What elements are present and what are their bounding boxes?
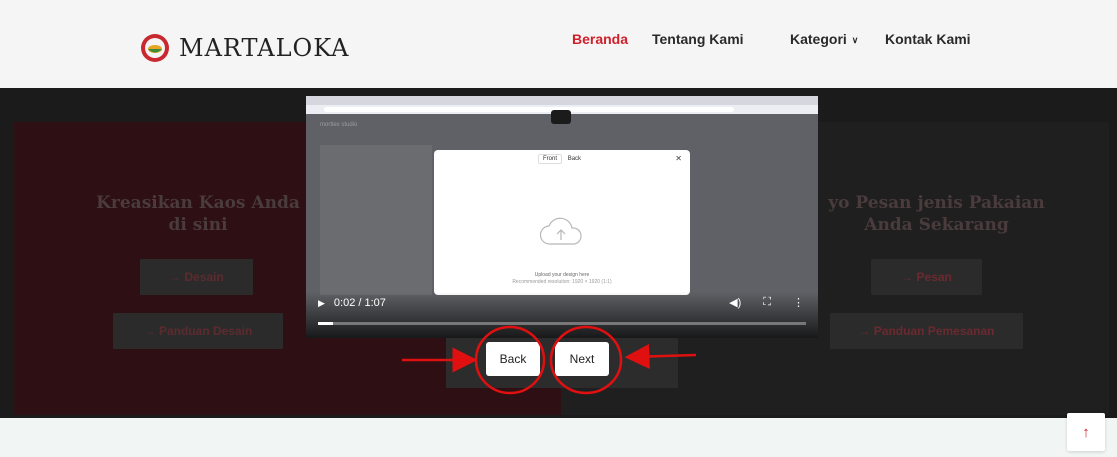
back-to-top-button[interactable]: ↑ <box>1067 413 1105 451</box>
annotation-overlay <box>402 325 697 395</box>
arrow-up-icon: ↑ <box>1082 423 1090 441</box>
annotation-arrow-left <box>624 343 697 369</box>
annotation-circle-next <box>549 325 623 395</box>
annotation-circle-back <box>474 325 546 395</box>
